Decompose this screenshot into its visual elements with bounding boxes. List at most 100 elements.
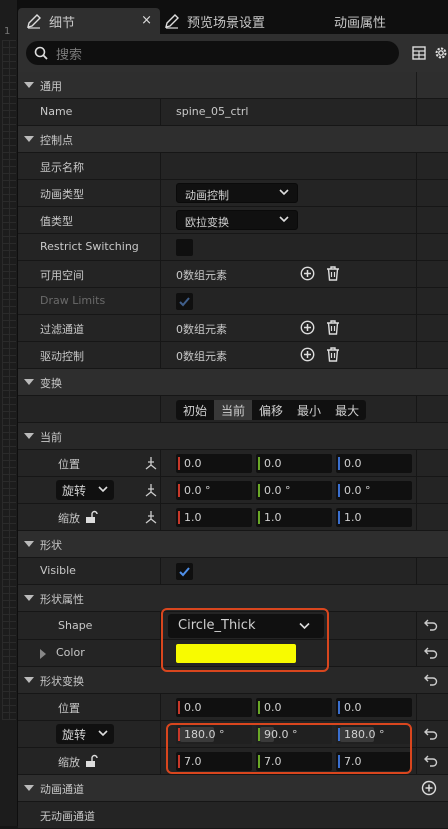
section-shape-props-header[interactable]: 形状属性 (18, 585, 448, 612)
add-element-icon[interactable] (300, 347, 315, 362)
color-swatch[interactable] (176, 644, 296, 663)
unlock-icon[interactable] (84, 754, 98, 768)
section-shape-transform-header[interactable]: 形状变换 (18, 667, 448, 694)
mode-max[interactable]: 最大 (328, 400, 366, 420)
mode-min[interactable]: 最小 (290, 400, 328, 420)
tab-anim-properties[interactable]: 动画属性 (334, 8, 434, 34)
table-view-icon[interactable] (412, 46, 426, 60)
no-anim-channel-row: 无动画通道 (18, 802, 448, 829)
current-rotation-x[interactable]: 0.0 ° (176, 481, 252, 500)
axis-icon[interactable] (144, 510, 158, 524)
mode-initial[interactable]: 初始 (176, 400, 214, 420)
restrict-switching-label: Restrict Switching (40, 240, 139, 253)
add-element-icon[interactable] (300, 266, 315, 281)
driven-control-label: 驱动控制 (40, 350, 84, 363)
shape-position-x[interactable]: 0.0 (176, 698, 252, 717)
reset-arrow-icon[interactable] (424, 755, 438, 767)
shape-rotation-z[interactable]: 180.0 ° (336, 725, 412, 744)
search-icon (34, 46, 48, 60)
reset-arrow-icon[interactable] (424, 647, 438, 659)
draw-limits-checkbox[interactable] (176, 293, 193, 310)
section-current-header[interactable]: 当前 (18, 423, 448, 450)
axis-icon[interactable] (144, 456, 158, 470)
reset-arrow-icon[interactable] (424, 619, 438, 631)
section-shape-title: 形状 (40, 539, 62, 552)
name-value: spine_05_ctrl (176, 105, 249, 118)
pencil-icon (27, 14, 41, 29)
shape-rotation-y[interactable]: 90.0 ° (256, 725, 332, 744)
add-element-icon[interactable] (300, 320, 315, 335)
shape-scale-label: 缩放 (58, 756, 80, 769)
tab-details-label: 细节 (49, 15, 76, 31)
shape-scale-z[interactable]: 7.0 (336, 752, 412, 771)
transform-mode-row: 初始 当前 偏移 最小 最大 (18, 396, 448, 423)
shape-value: Circle_Thick (178, 618, 256, 633)
section-control-header[interactable]: 控制点 (18, 126, 448, 153)
tab-anim-properties-label: 动画属性 (334, 15, 387, 31)
mode-current[interactable]: 当前 (214, 400, 253, 420)
current-scale-z[interactable]: 1.0 (336, 508, 412, 527)
section-general-title: 通用 (40, 80, 62, 93)
current-position-z[interactable]: 0.0 (336, 454, 412, 473)
current-scale-x[interactable]: 1.0 (176, 508, 252, 527)
shape-position-y[interactable]: 0.0 (256, 698, 332, 717)
add-channel-icon[interactable] (421, 780, 437, 796)
shape-position-row: 位置 0.0 0.0 0.0 (18, 694, 448, 721)
visible-checkbox[interactable] (176, 563, 193, 580)
pencil-icon (165, 14, 179, 29)
current-rotation-dropdown[interactable]: 旋转 (56, 480, 114, 500)
current-position-y[interactable]: 0.0 (256, 454, 332, 473)
shape-position-z[interactable]: 0.0 (336, 698, 412, 717)
restrict-switching-checkbox[interactable] (176, 239, 193, 256)
trash-icon[interactable] (326, 347, 340, 362)
chevron-down-icon (24, 595, 34, 601)
reset-arrow-icon[interactable] (424, 728, 438, 740)
shape-dropdown[interactable]: Circle_Thick (168, 614, 324, 638)
chevron-down-icon (98, 730, 108, 737)
axis-icon[interactable] (144, 483, 158, 497)
close-icon[interactable]: × (141, 13, 152, 28)
no-anim-channel-text: 无动画通道 (40, 810, 95, 823)
chevron-down-icon (24, 379, 34, 385)
chevron-right-icon[interactable] (40, 649, 46, 659)
section-shape-header[interactable]: 形状 (18, 531, 448, 558)
name-row: Name spine_05_ctrl (18, 99, 448, 126)
reset-arrow-icon[interactable] (424, 674, 438, 686)
details-panel: 搜索 通用 Name spine_05_ctrl 控制点 显示名称 动画类型 动… (18, 34, 448, 829)
current-rotation-label: 旋转 (62, 484, 87, 498)
mode-offset[interactable]: 偏移 (252, 400, 290, 420)
current-rotation-z[interactable]: 0.0 ° (336, 481, 412, 500)
unlock-icon[interactable] (84, 510, 98, 524)
value-type-label: 值类型 (40, 215, 73, 228)
tab-details[interactable]: 细节 × (18, 8, 160, 34)
current-scale-y[interactable]: 1.0 (256, 508, 332, 527)
section-transform-header[interactable]: 变换 (18, 369, 448, 396)
section-anim-channel-title: 动画通道 (40, 783, 84, 796)
gear-icon[interactable] (433, 44, 448, 62)
search-input[interactable]: 搜索 (26, 41, 399, 65)
shape-scale-x[interactable]: 7.0 (176, 752, 252, 771)
section-anim-channel-header[interactable]: 动画通道 (18, 775, 448, 802)
current-position-x[interactable]: 0.0 (176, 454, 252, 473)
current-scale-row: 缩放 1.0 1.0 1.0 (18, 504, 448, 531)
shape-rotation-x[interactable]: 180.0 ° (176, 725, 252, 744)
shape-row: Shape Circle_Thick (18, 612, 448, 640)
draw-limits-label: Draw Limits (40, 294, 106, 307)
chevron-down-icon (24, 541, 34, 547)
current-rotation-y[interactable]: 0.0 ° (256, 481, 332, 500)
value-type-dropdown[interactable]: 欧拉变换 (176, 210, 298, 230)
section-control-title: 控制点 (40, 134, 73, 147)
anim-type-label: 动画类型 (40, 188, 84, 201)
tab-preview-settings[interactable]: 预览场景设置 (164, 8, 314, 34)
available-space-value: 0数组元素 (176, 269, 227, 282)
trash-icon[interactable] (326, 266, 340, 281)
trash-icon[interactable] (326, 320, 340, 335)
anim-type-row: 动画类型 动画控制 (18, 180, 448, 207)
shape-scale-y[interactable]: 7.0 (256, 752, 332, 771)
name-label: Name (40, 105, 73, 118)
shape-rotation-dropdown[interactable]: 旋转 (56, 724, 114, 744)
section-general-header[interactable]: 通用 (18, 72, 448, 99)
driven-control-row: 驱动控制 0数组元素 (18, 342, 448, 369)
anim-type-dropdown[interactable]: 动画控制 (176, 183, 298, 203)
chevron-down-icon (279, 216, 289, 223)
